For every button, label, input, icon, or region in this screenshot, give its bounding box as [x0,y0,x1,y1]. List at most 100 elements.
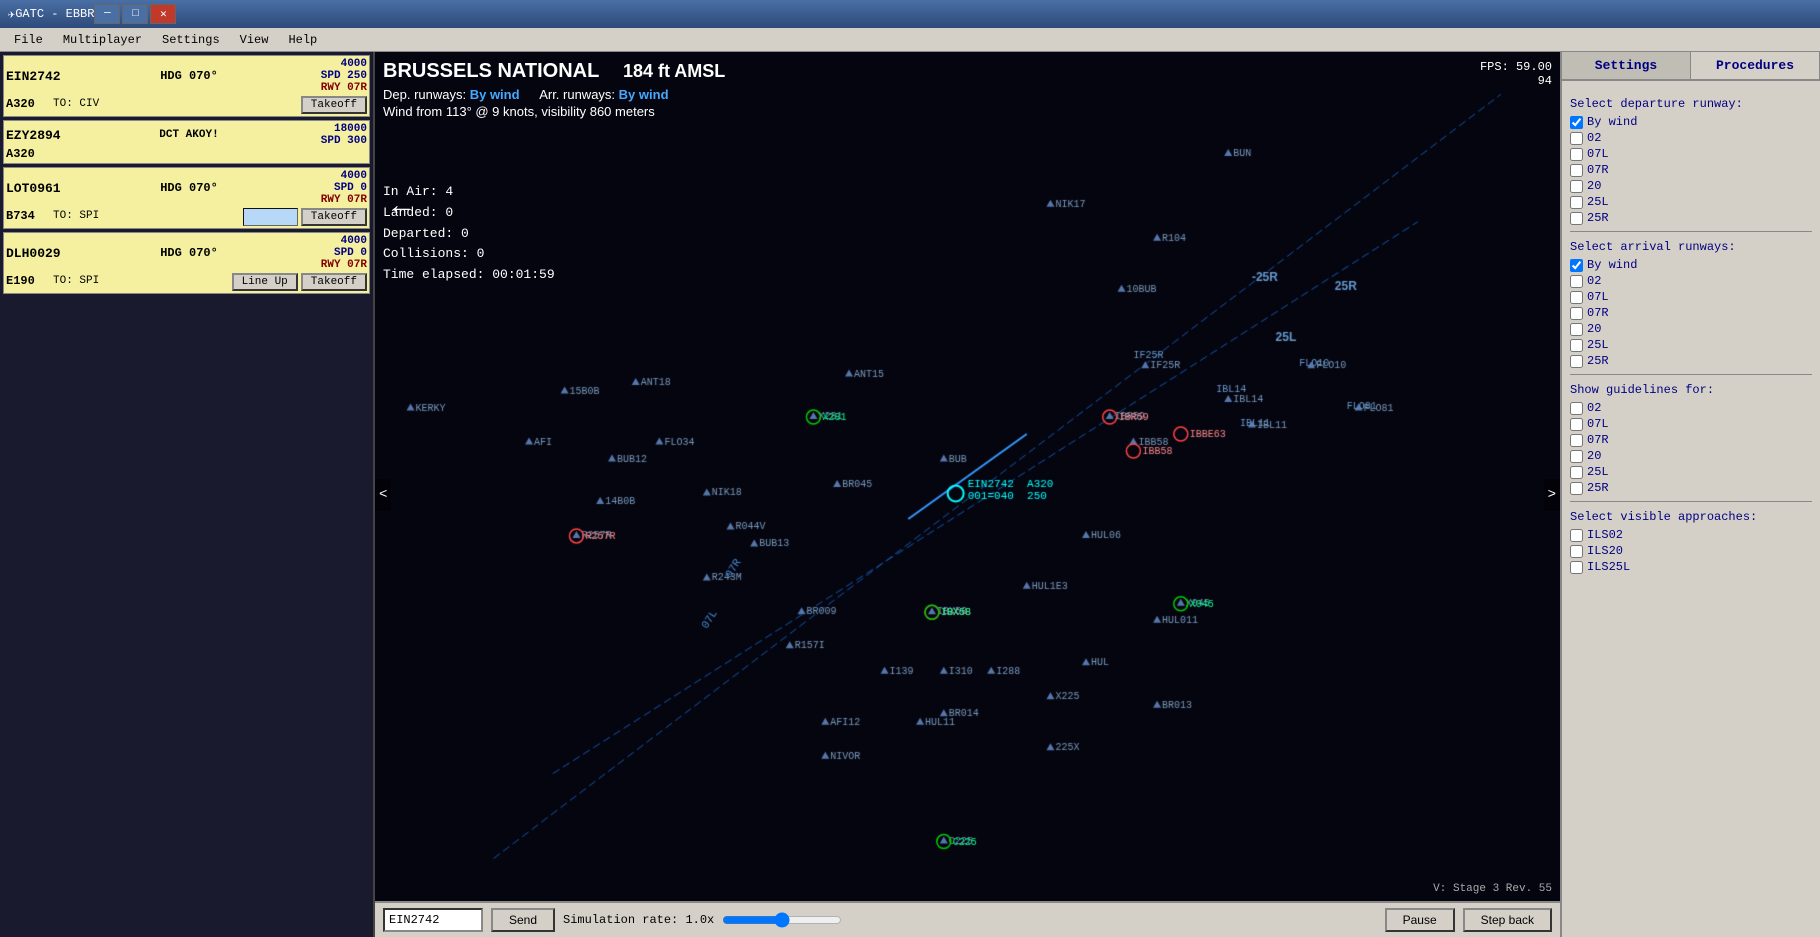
tab-procedures[interactable]: Procedures [1691,52,1820,79]
sim-rate-label: Simulation rate: 1.0x [563,913,714,927]
rate-slider[interactable] [722,912,842,928]
alt-lot0961: 4000 [341,170,367,182]
strip-input-lot0961[interactable] [243,208,298,226]
type-ezy2894: A320 [6,147,51,161]
maximize-button[interactable]: □ [122,4,148,24]
airport-altitude: 184 ft AMSL [623,61,725,81]
arr-rwy-25l: 25L [1570,338,1812,352]
arr-rwy-07r-checkbox[interactable] [1570,307,1583,320]
dep-rwy-02: 02 [1570,131,1812,145]
dep-rwy-20-checkbox[interactable] [1570,180,1583,193]
guide-07r-checkbox[interactable] [1570,434,1583,447]
arr-rwy-25r-checkbox[interactable] [1570,355,1583,368]
guide-07l-checkbox[interactable] [1570,418,1583,431]
arr-rwy-by-wind-checkbox[interactable] [1570,259,1583,272]
callsign-ezy2894: EZY2894 [6,128,76,143]
guide-25l: 25L [1570,465,1812,479]
approach-ils02-checkbox[interactable] [1570,529,1583,542]
dep-rwy-25r: 25R [1570,211,1812,225]
flight-strip-ein2742: EIN2742 HDG 070° 4000 SPD 250 RWY 07R A3… [3,55,370,117]
alt-dlh0029: 4000 [341,235,367,247]
fps-value: 59.00 [1516,60,1552,74]
guide-07l: 07L [1570,417,1812,431]
stats-display: In Air: 4 Landed: 0 Departed: 0 Collisio… [383,182,555,286]
menu-multiplayer[interactable]: Multiplayer [53,31,152,49]
type-ein2742: A320 [6,97,51,111]
approach-ils20-label: ILS20 [1587,544,1623,558]
approach-ils20-checkbox[interactable] [1570,545,1583,558]
type-lot0961: B734 [6,209,51,223]
guide-25r-checkbox[interactable] [1570,482,1583,495]
callsign-input[interactable] [383,908,483,932]
spd-lot0961: SPD 0 [334,182,367,194]
divider-1 [1570,231,1812,232]
dep-rwy-07l: 07L [1570,147,1812,161]
dep-rwy-07r-checkbox[interactable] [1570,164,1583,177]
takeoff-btn-dlh0029[interactable]: Takeoff [301,273,367,291]
arr-rwy-07l-checkbox[interactable] [1570,291,1583,304]
approach-ils02: ILS02 [1570,528,1812,542]
heading-lot0961: HDG 070° [78,181,300,195]
tab-settings[interactable]: Settings [1562,52,1691,79]
dep-rwy-25r-label: 25R [1587,211,1609,225]
menu-file[interactable]: File [4,31,53,49]
flight-strip-lot0961: LOT0961 HDG 070° 4000 SPD 0 RWY 07R B734… [3,167,370,229]
btns-dlh0029: Line Up Takeoff [232,273,367,291]
dep-rwy-20: 20 [1570,179,1812,193]
minimize-button[interactable]: ─ [94,4,120,24]
dep-rwy-25l-checkbox[interactable] [1570,196,1583,209]
menu-help[interactable]: Help [278,31,327,49]
arr-rwy-07l: 07L [1570,290,1812,304]
dep-rwy-02-checkbox[interactable] [1570,132,1583,145]
menu-settings[interactable]: Settings [152,31,230,49]
dep-rwy-by-wind: By wind [1570,115,1812,129]
arr-rwy-25r-label: 25R [1587,354,1609,368]
takeoff-btn-ein2742[interactable]: Takeoff [301,96,367,114]
pause-button[interactable]: Pause [1385,908,1455,932]
radar-header: BRUSSELS NATIONAL 184 ft AMSL Dep. runwa… [383,60,725,119]
arr-rwy-07r: 07R [1570,306,1812,320]
version-display: V: Stage 3 Rev. 55 [1433,883,1552,895]
strip-right-dlh0029: 4000 SPD 0 RWY 07R [302,235,367,271]
dep-rwy-by-wind-checkbox[interactable] [1570,116,1583,129]
dep-runways-value: By wind [470,87,520,102]
stat-in-air: In Air: 4 [383,182,555,203]
arr-runways-label: Arr. runways: [539,87,615,102]
guide-02-checkbox[interactable] [1570,402,1583,415]
takeoff-btn-lot0961[interactable]: Takeoff [301,208,367,226]
guide-02: 02 [1570,401,1812,415]
callsign-dlh0029: DLH0029 [6,246,76,261]
right-panel-content: Select departure runway: By wind 02 07L … [1562,81,1820,937]
approach-ils25l-checkbox[interactable] [1570,561,1583,574]
dep-rwy-25r-checkbox[interactable] [1570,212,1583,225]
arr-rwy-20-checkbox[interactable] [1570,323,1583,336]
arr-rwy-20: 20 [1570,322,1812,336]
send-button[interactable]: Send [491,908,555,932]
heading-ezy2894: DCT AKOY! [78,129,300,141]
dep-rwy-07l-checkbox[interactable] [1570,148,1583,161]
lineup-btn-dlh0029[interactable]: Line Up [232,273,298,291]
close-button[interactable]: ✕ [150,4,176,24]
dep-rwy-by-wind-label: By wind [1587,115,1637,129]
scroll-right-button[interactable]: > [1544,479,1560,511]
dest-dlh0029: TO: SPI [53,275,230,287]
arr-rwy-20-label: 20 [1587,322,1601,336]
menubar: File Multiplayer Settings View Help [0,28,1820,52]
dep-rwy-07l-label: 07L [1587,147,1609,161]
step-back-button[interactable]: Step back [1463,908,1552,932]
scroll-left-button[interactable]: < [375,479,391,511]
approach-ils02-label: ILS02 [1587,528,1623,542]
arr-rwy-02-label: 02 [1587,274,1601,288]
dep-rwy-25l: 25L [1570,195,1812,209]
arr-rwy-02-checkbox[interactable] [1570,275,1583,288]
radar-area[interactable]: BRUSSELS NATIONAL 184 ft AMSL Dep. runwa… [375,52,1560,937]
flight-strip-ezy2894: EZY2894 DCT AKOY! 18000 SPD 300 A320 [3,120,370,164]
dest-lot0961: TO: SPI [53,210,241,222]
guide-20-checkbox[interactable] [1570,450,1583,463]
arr-rwy-25l-checkbox[interactable] [1570,339,1583,352]
guide-25l-checkbox[interactable] [1570,466,1583,479]
menu-view[interactable]: View [230,31,279,49]
guide-07l-label: 07L [1587,417,1609,431]
dep-rwy-02-label: 02 [1587,131,1601,145]
flight-strips-panel: EIN2742 HDG 070° 4000 SPD 250 RWY 07R A3… [0,52,375,937]
